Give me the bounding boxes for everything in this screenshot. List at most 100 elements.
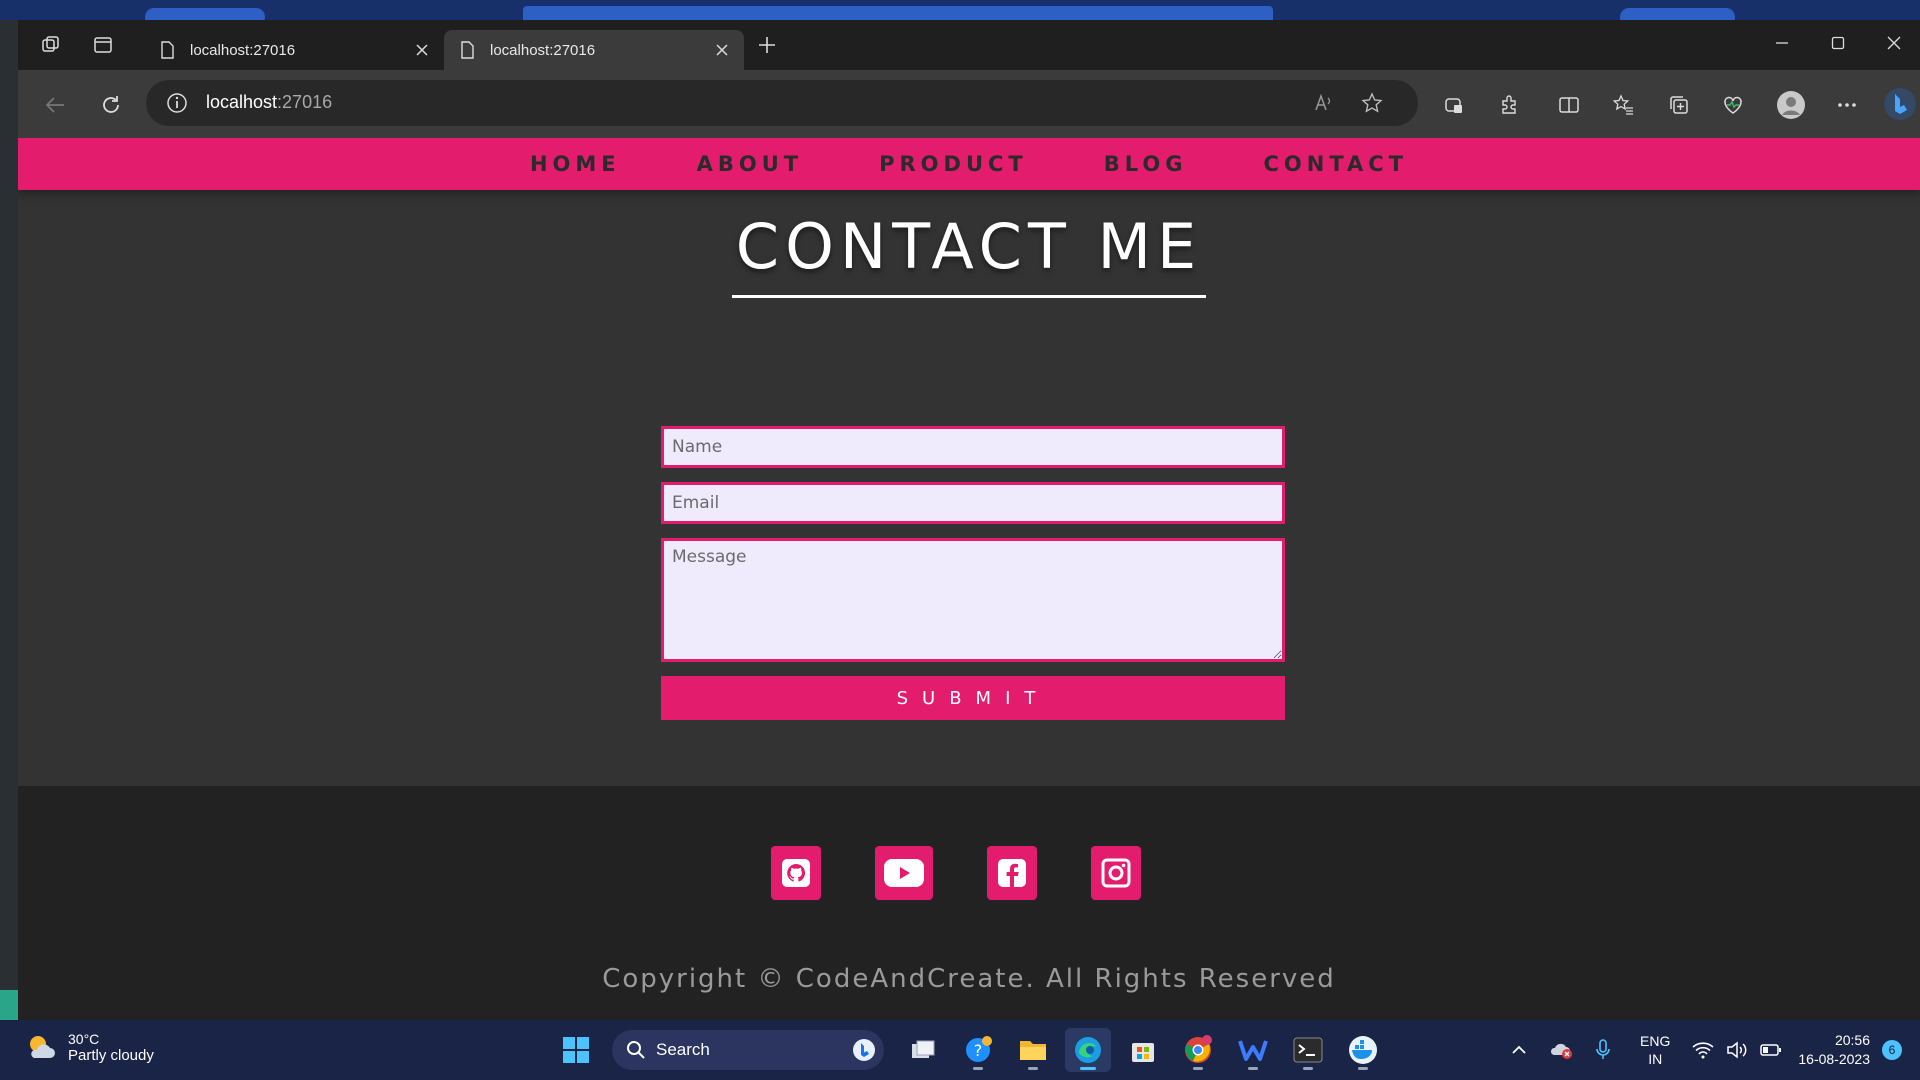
bing-copilot-icon[interactable] xyxy=(1882,86,1918,122)
weather-temp: 30°C xyxy=(68,1030,100,1047)
file-explorer-icon[interactable] xyxy=(1010,1028,1056,1072)
terminal-icon[interactable] xyxy=(1285,1028,1331,1072)
battery-icon[interactable] xyxy=(1756,1035,1786,1065)
svg-text:?: ? xyxy=(974,1041,983,1060)
microsoft-store-icon[interactable] xyxy=(1120,1028,1166,1072)
clock[interactable]: 20:56 16-08-2023 xyxy=(1798,1031,1870,1069)
running-indicator xyxy=(1193,1067,1203,1070)
language-indicator[interactable]: ENG IN xyxy=(1640,1032,1670,1068)
wifi-icon[interactable] xyxy=(1688,1035,1718,1065)
taskbar-apps: Search ? xyxy=(553,1028,1395,1072)
edge-browser-icon[interactable] xyxy=(1065,1028,1111,1072)
onedrive-error-icon[interactable] xyxy=(1546,1035,1576,1065)
nav-contact[interactable]: CONTACT xyxy=(1264,152,1409,176)
nav-product[interactable]: PRODUCT xyxy=(879,152,1028,176)
extensions-puzzle-icon[interactable] xyxy=(1494,90,1524,120)
running-indicator xyxy=(1303,1067,1313,1070)
running-indicator xyxy=(1028,1067,1038,1070)
taskbar: 30°C Partly cloudy Search ? ENG IN 20:56… xyxy=(0,1020,1920,1080)
task-view-icon[interactable] xyxy=(900,1028,946,1072)
page-title: CONTACT ME xyxy=(731,210,1207,298)
site-info-icon[interactable] xyxy=(166,92,188,114)
tab-title: localhost:27016 xyxy=(490,41,596,59)
contact-form: SUBMIT xyxy=(661,426,1285,720)
copyright-text: Copyright © CodeAndCreate. All Rights Re… xyxy=(602,964,1336,994)
clock-time: 20:56 xyxy=(1834,1032,1870,1048)
browser-essentials-icon[interactable] xyxy=(1718,90,1748,120)
chevron-up-icon[interactable] xyxy=(1504,1035,1534,1065)
desktop-background-top xyxy=(0,0,1920,28)
message-field[interactable] xyxy=(661,538,1285,662)
volume-icon[interactable] xyxy=(1722,1035,1752,1065)
chrome-icon[interactable] xyxy=(1175,1028,1221,1072)
clock-date: 16-08-2023 xyxy=(1798,1051,1870,1067)
new-tab-icon[interactable] xyxy=(754,32,780,58)
browser-toolbar: localhost:27016 xyxy=(18,70,1920,138)
favorite-star-icon[interactable] xyxy=(1360,91,1384,115)
vertical-tabs-icon[interactable] xyxy=(90,32,116,58)
refresh-icon[interactable] xyxy=(96,90,126,120)
page-viewport: HOME ABOUT PRODUCT BLOG CONTACT CONTACT … xyxy=(18,138,1920,1020)
running-indicator xyxy=(973,1067,983,1070)
url-port: :27016 xyxy=(277,92,333,112)
close-icon[interactable] xyxy=(412,40,432,60)
nav-about[interactable]: ABOUT xyxy=(697,152,804,176)
taskbar-search[interactable]: Search xyxy=(612,1030,884,1070)
weather-widget[interactable]: 30°C Partly cloudy xyxy=(24,1030,154,1064)
site-navbar: HOME ABOUT PRODUCT BLOG CONTACT xyxy=(18,138,1920,190)
collections-icon[interactable] xyxy=(1664,90,1694,120)
nav-blog[interactable]: BLOG xyxy=(1104,152,1188,176)
more-options-icon[interactable] xyxy=(1832,90,1862,120)
tab-strip: localhost:27016 localhost:27016 xyxy=(18,20,1920,70)
instagram-icon[interactable] xyxy=(1090,846,1141,900)
weather-condition: Partly cloudy xyxy=(68,1046,154,1064)
start-windows-icon[interactable] xyxy=(553,1028,599,1072)
workspaces-icon[interactable] xyxy=(38,32,64,58)
tab-localhost-2[interactable]: localhost:27016 xyxy=(444,30,744,70)
submit-button[interactable]: SUBMIT xyxy=(661,676,1285,720)
profile-avatar-icon[interactable] xyxy=(1776,90,1806,120)
youtube-icon[interactable] xyxy=(874,846,933,900)
back-arrow-icon[interactable] xyxy=(40,90,70,120)
running-indicator xyxy=(1080,1067,1096,1070)
facebook-icon[interactable] xyxy=(986,846,1037,900)
notification-badge[interactable]: 6 xyxy=(1882,1040,1902,1060)
partly-cloudy-icon xyxy=(30,1036,55,1058)
maximize-icon[interactable] xyxy=(1818,30,1858,56)
favorites-icon[interactable] xyxy=(1608,90,1638,120)
webex-icon[interactable] xyxy=(1230,1028,1276,1072)
tab-localhost-1[interactable]: localhost:27016 xyxy=(144,30,444,70)
language-code: ENG xyxy=(1640,1033,1671,1049)
nav-home[interactable]: HOME xyxy=(530,152,621,176)
help-app-icon[interactable]: ? xyxy=(955,1028,1001,1072)
split-screen-icon[interactable] xyxy=(1554,90,1584,120)
search-label: Search xyxy=(656,1040,710,1059)
running-indicator xyxy=(1248,1067,1258,1070)
name-field[interactable] xyxy=(661,426,1285,468)
system-tray: ENG IN 20:56 16-08-2023 6 xyxy=(1504,1020,1920,1080)
social-links xyxy=(18,846,1920,900)
minimize-icon[interactable] xyxy=(1762,30,1802,56)
url-text[interactable]: localhost:27016 xyxy=(206,92,332,113)
page-icon xyxy=(161,41,174,59)
docker-icon[interactable] xyxy=(1340,1028,1386,1072)
microphone-icon[interactable] xyxy=(1588,1035,1618,1065)
bing-icon xyxy=(853,1039,875,1061)
search-icon xyxy=(627,1041,645,1059)
running-indicator xyxy=(1358,1067,1368,1070)
region-code: IN xyxy=(1648,1051,1663,1067)
tab-title: localhost:27016 xyxy=(190,41,296,59)
site-footer: Copyright © CodeAndCreate. All Rights Re… xyxy=(18,786,1920,1020)
address-bar[interactable]: localhost:27016 xyxy=(146,80,1418,126)
close-icon[interactable] xyxy=(712,40,732,60)
extension-shield-icon[interactable] xyxy=(1439,90,1469,120)
email-field[interactable] xyxy=(661,482,1285,524)
read-aloud-icon[interactable] xyxy=(1312,91,1336,115)
browser-window: localhost:27016 localhost:27016 localhos… xyxy=(18,20,1920,1020)
desktop-background-left xyxy=(0,20,18,1040)
page-title-wrapper: CONTACT ME xyxy=(18,210,1920,298)
url-host: localhost xyxy=(206,92,278,112)
page-icon xyxy=(461,41,474,59)
github-icon[interactable] xyxy=(770,846,821,900)
window-close-icon[interactable] xyxy=(1874,30,1914,56)
